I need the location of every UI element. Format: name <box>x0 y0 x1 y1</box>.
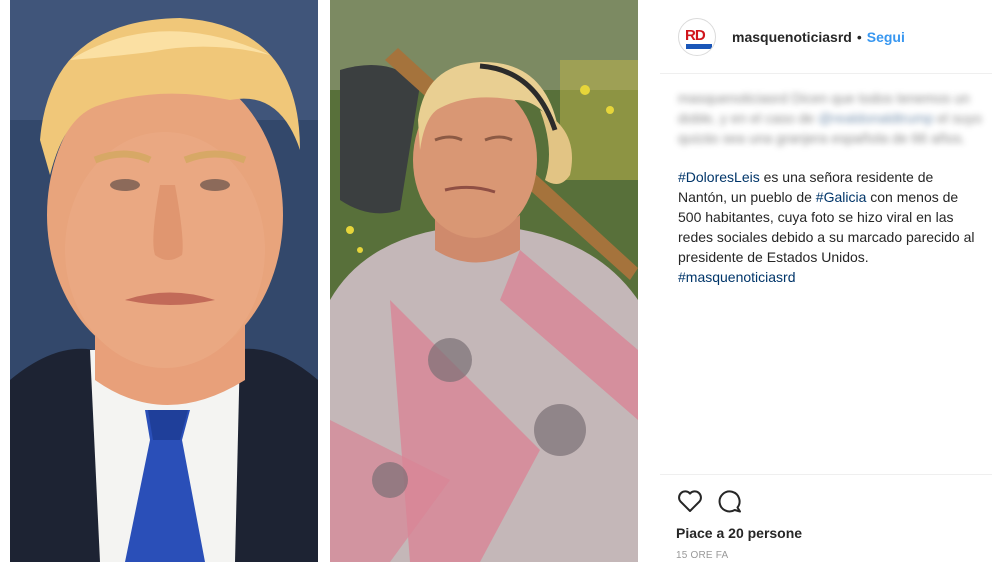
action-icons <box>676 487 976 515</box>
heart-icon[interactable] <box>676 487 704 515</box>
portrait-left-image <box>10 0 318 562</box>
avatar[interactable]: RD <box>678 17 716 56</box>
post-sidebar: RD masquenoticiasrd • Segui masquenotici… <box>660 0 992 562</box>
separator-dot: • <box>856 28 862 45</box>
blurred-mention-link[interactable]: @realdonaldtrump <box>818 110 933 126</box>
post-caption: masquenoticiasrd Dicen que todos tenemos… <box>678 88 984 287</box>
post-header: RD masquenoticiasrd • Segui <box>660 0 992 74</box>
avatar-logo-mark: RD <box>685 26 706 44</box>
caption-blurred-text: masquenoticiasrd Dicen que todos tenemos… <box>678 88 984 148</box>
avatar-logo-bar <box>686 43 712 49</box>
post-image[interactable] <box>0 0 648 562</box>
caption-body: #DoloresLeis es una señora residente de … <box>678 167 984 287</box>
post-actions: Piace a 20 persone 15 ORE FA <box>660 474 992 561</box>
username-link[interactable]: masquenoticiasrd <box>732 29 852 45</box>
likes-count[interactable]: Piace a 20 persone <box>676 525 976 541</box>
post-timestamp[interactable]: 15 ORE FA <box>676 550 976 561</box>
avatar-logo: RD <box>681 20 713 53</box>
hashtag-doloresleis[interactable]: #DoloresLeis <box>678 169 760 185</box>
comment-icon[interactable] <box>716 487 744 515</box>
follow-button[interactable]: Segui <box>867 29 905 45</box>
hashtag-galicia[interactable]: #Galicia <box>816 189 867 205</box>
portrait-right-image <box>330 0 638 562</box>
hashtag-masquenoticiasrd[interactable]: #masquenoticiasrd <box>678 269 796 285</box>
